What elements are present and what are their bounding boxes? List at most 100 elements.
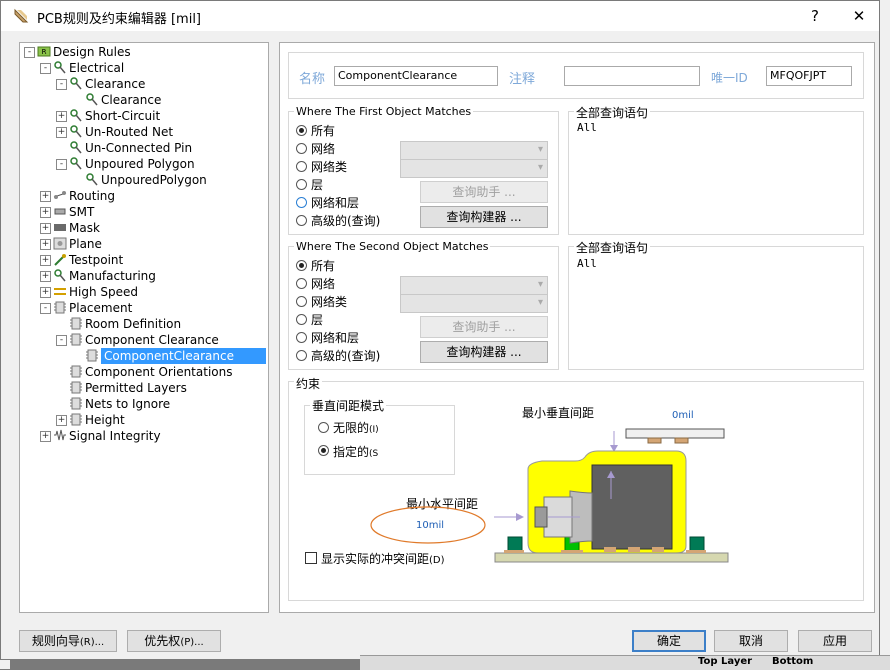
tree-item-smt[interactable]: + SMT [20, 204, 266, 220]
tree-item-label: Component Orientations [85, 365, 233, 379]
comment-field[interactable] [564, 66, 700, 86]
second-match-radio-2[interactable] [296, 296, 307, 307]
expand-icon[interactable]: + [56, 127, 67, 138]
help-button[interactable]: ? [793, 1, 837, 31]
second-match-option-label: 网络和层 [311, 331, 360, 345]
collapse-icon[interactable]: - [56, 335, 67, 346]
tree-item-label: Electrical [69, 61, 125, 75]
second-match-netclass-combo[interactable]: ▾ [400, 294, 548, 313]
uid-field[interactable]: MFQOFJPT [766, 66, 852, 86]
tree-item-placement[interactable]: - Placement [20, 300, 266, 316]
window-title: PCB规则及约束编辑器 [mil] [37, 12, 201, 27]
first-match-netclass-combo[interactable]: ▾ [400, 159, 548, 178]
first-object-title: Where The First Object Matches [294, 105, 474, 118]
apply-button[interactable]: 应用 [798, 630, 872, 652]
rule-wizard-button[interactable]: 规则向导(R)... [19, 630, 117, 652]
first-match-radio-4[interactable] [296, 197, 307, 208]
min-vertical-value[interactable]: 0mil [672, 410, 694, 421]
root-rule-icon: R [37, 45, 51, 58]
tree-item-label: Un-Routed Net [85, 125, 174, 139]
tree-item-nets-to-ignore[interactable]: Nets to Ignore [20, 396, 266, 412]
rule-rule-icon [53, 269, 67, 282]
second-query-builder-button[interactable]: 查询构建器 ... [420, 341, 548, 363]
tree-item-component-orientations[interactable]: Component Orientations [20, 364, 266, 380]
background-window-right [880, 0, 890, 669]
first-query-helper-button[interactable]: 查询助手 ... [420, 181, 548, 203]
expand-icon[interactable]: + [40, 255, 51, 266]
tree-item-room-definition[interactable]: Room Definition [20, 316, 266, 332]
second-query-helper-button[interactable]: 查询助手 ... [420, 316, 548, 338]
ok-button[interactable]: 确定 [632, 630, 706, 652]
chevron-down-icon: ▾ [537, 279, 543, 290]
title-bar: PCB规则及约束编辑器 [mil] ? ✕ [1, 1, 879, 31]
cancel-button[interactable]: 取消 [714, 630, 788, 652]
tree-item-electrical[interactable]: - Electrical [20, 60, 266, 76]
collapse-icon[interactable]: - [56, 79, 67, 90]
expand-icon[interactable]: + [40, 239, 51, 250]
expand-icon[interactable]: + [40, 191, 51, 202]
test-rule-icon [53, 253, 67, 266]
tree-item-routing[interactable]: + Routing [20, 188, 266, 204]
tree-item-component-clearance[interactable]: - Component Clearance [20, 332, 266, 348]
first-match-radio-1[interactable] [296, 143, 307, 154]
second-match-radio-3[interactable] [296, 314, 307, 325]
second-match-radio-0[interactable] [296, 260, 307, 271]
expand-icon[interactable]: + [40, 287, 51, 298]
tree-item-component-clearance-child[interactable]: ComponentClearance [20, 348, 266, 364]
comment-label: 注释 [509, 72, 536, 87]
top-component [625, 428, 725, 439]
expand-icon[interactable]: + [40, 223, 51, 234]
second-match-radio-4[interactable] [296, 332, 307, 343]
collapse-icon[interactable]: - [40, 303, 51, 314]
collapse-icon[interactable]: - [24, 47, 35, 58]
first-match-option-label: 层 [311, 178, 324, 192]
infinite-radio[interactable] [318, 422, 329, 433]
show-actual-checkbox[interactable] [305, 552, 317, 564]
first-match-radio-3[interactable] [296, 179, 307, 190]
first-match-option-label: 所有 [311, 124, 336, 138]
first-query-builder-button[interactable]: 查询构建器 ... [420, 206, 548, 228]
second-match-radio-5[interactable] [296, 350, 307, 361]
tree-item-manufacturing[interactable]: + Manufacturing [20, 268, 266, 284]
first-match-radio-2[interactable] [296, 161, 307, 172]
first-match-radio-5[interactable] [296, 215, 307, 226]
expand-icon[interactable]: + [40, 271, 51, 282]
tree-item-high-speed[interactable]: + High Speed [20, 284, 266, 300]
tree-item-label: Un-Connected Pin [85, 141, 193, 155]
expand-icon[interactable]: + [56, 415, 67, 426]
tree-item-signal-integrity[interactable]: + Signal Integrity [20, 428, 266, 444]
specified-radio[interactable] [318, 445, 329, 456]
bottom-layer-tab[interactable]: Bottom [772, 656, 813, 667]
tree-item-unrouted-net[interactable]: + Un-Routed Net [20, 124, 266, 140]
place-rule-icon [69, 381, 83, 394]
tree-item-unpoured-polygon-child[interactable]: UnpouredPolygon [20, 172, 266, 188]
tree-item-mask[interactable]: + Mask [20, 220, 266, 236]
top-layer-tab[interactable]: Top Layer [698, 656, 752, 667]
tree-item-height[interactable]: + Height [20, 412, 266, 428]
tree-item-clearance[interactable]: - Clearance [20, 76, 266, 92]
tree-item-unconnected-pin[interactable]: Un-Connected Pin [20, 140, 266, 156]
clearance-diagram [370, 428, 729, 563]
expand-icon[interactable]: + [56, 111, 67, 122]
name-field[interactable]: ComponentClearance [334, 66, 498, 86]
collapse-icon[interactable]: - [56, 159, 67, 170]
tree-item-plane[interactable]: + Plane [20, 236, 266, 252]
tree-item-root[interactable]: - R Design Rules [20, 44, 266, 60]
tree-item-permitted-layers[interactable]: Permitted Layers [20, 380, 266, 396]
expand-icon[interactable]: + [40, 431, 51, 442]
tree-item-clearance-child[interactable]: Clearance [20, 92, 266, 108]
priority-button[interactable]: 优先权(P)... [127, 630, 221, 652]
tree-item-short-circuit[interactable]: + Short-Circuit [20, 108, 266, 124]
second-match-net-combo[interactable]: ▾ [400, 276, 548, 295]
collapse-icon[interactable]: - [40, 63, 51, 74]
rules-tree: - R Design Rules - Electrical - Clearance Clear… [19, 42, 269, 613]
tree-item-testpoint[interactable]: + Testpoint [20, 252, 266, 268]
first-match-net-combo[interactable]: ▾ [400, 141, 548, 160]
close-button[interactable]: ✕ [837, 1, 881, 31]
first-match-radio-0[interactable] [296, 125, 307, 136]
expand-icon[interactable]: + [40, 207, 51, 218]
second-match-radio-1[interactable] [296, 278, 307, 289]
tree-item-unpoured-polygon[interactable]: - Unpoured Polygon [20, 156, 266, 172]
tree-item-label: UnpouredPolygon [101, 173, 207, 187]
first-full-query-title: 全部查询语句 [574, 104, 651, 121]
